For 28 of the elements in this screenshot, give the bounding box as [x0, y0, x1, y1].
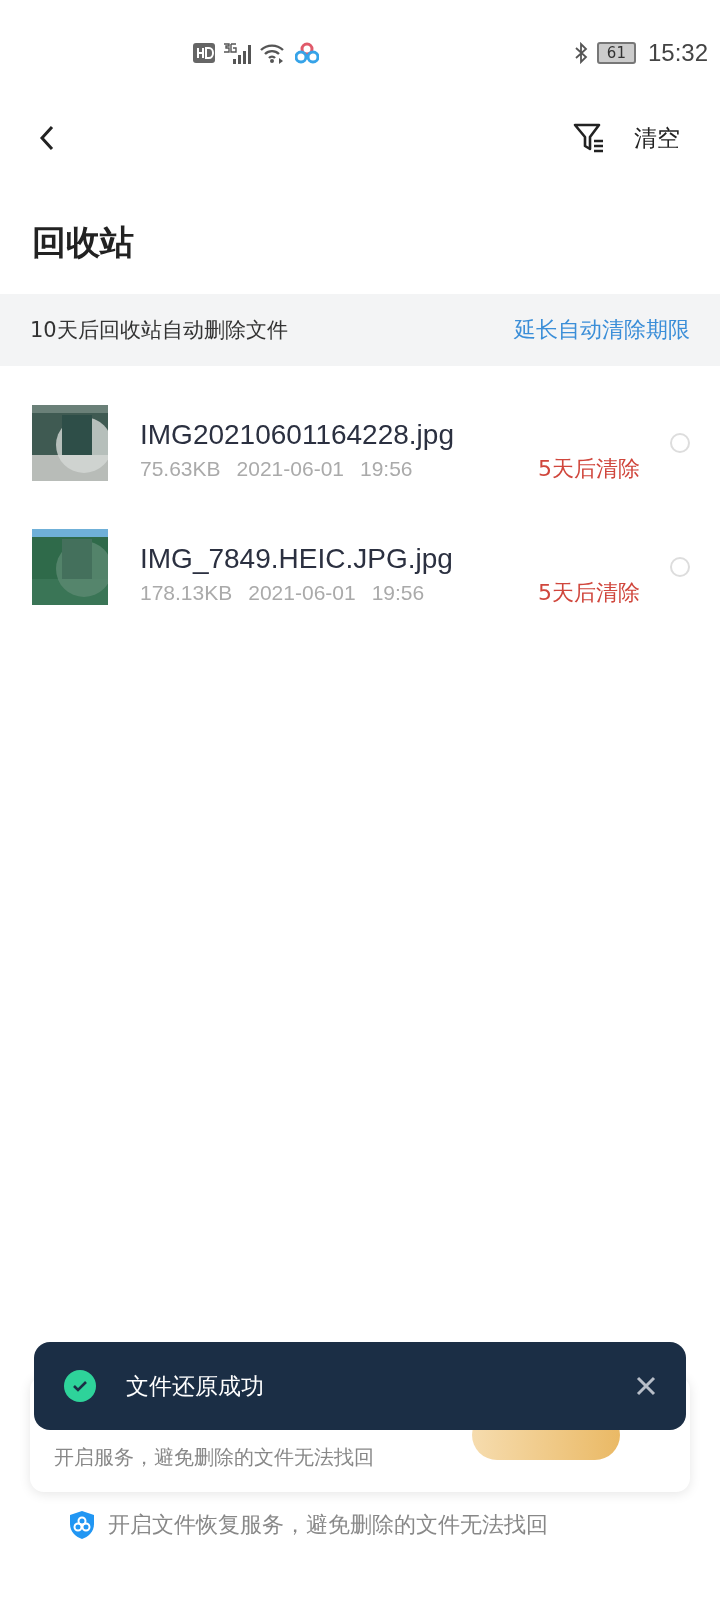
success-icon — [64, 1370, 96, 1402]
close-icon[interactable] — [636, 1376, 656, 1396]
filter-icon[interactable] — [572, 121, 606, 155]
select-radio[interactable] — [670, 433, 690, 453]
battery-level: 61 — [596, 42, 636, 64]
hd-icon — [193, 43, 215, 63]
shield-icon — [68, 1510, 96, 1540]
notice-text: 10天后回收站自动删除文件 — [30, 317, 288, 344]
cloud-app-icon — [295, 42, 319, 64]
clock: 15:32 — [647, 39, 708, 67]
signal-icon — [223, 42, 251, 64]
file-time: 19:56 — [371, 581, 425, 605]
page-title: 回收站 — [31, 221, 135, 260]
file-name: IMG_7849.HEIC.JPG.jpg — [140, 543, 454, 575]
expiry-label: 5天后清除 — [538, 579, 640, 607]
file-date: 2021-06-01 — [236, 457, 344, 481]
file-name: IMG20210601164228.jpg — [140, 419, 455, 451]
footer-text: 开启文件恢复服务，避免删除的文件无法找回 — [108, 1511, 548, 1539]
back-icon[interactable] — [38, 124, 56, 152]
file-size: 178.13KB — [140, 581, 233, 605]
expiry-label: 5天后清除 — [538, 455, 640, 483]
select-radio[interactable] — [670, 557, 690, 577]
promo-subtitle: 开启服务，避免删除的文件无法找回 — [54, 1444, 374, 1470]
file-size: 75.63KB — [140, 457, 221, 481]
file-time: 19:56 — [360, 457, 413, 481]
clear-button[interactable]: 清空 — [634, 122, 680, 154]
file-date: 2021-06-01 — [248, 581, 356, 605]
toast-message: 文件还原成功 — [126, 1371, 265, 1401]
